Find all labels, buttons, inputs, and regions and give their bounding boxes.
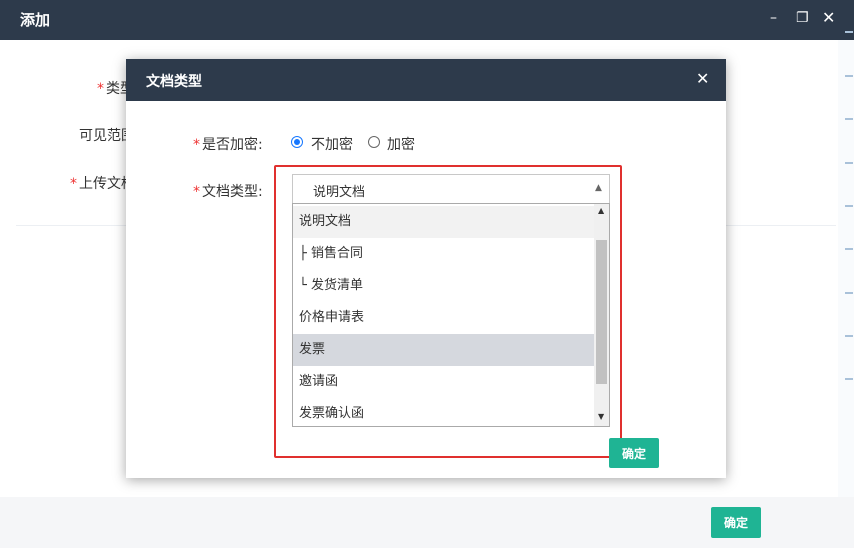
strip-marker [845, 205, 853, 207]
doc-type-modal: 文档类型 ✕ * 是否加密: 不加密 加密 * 文档类型: 说明文档 ▲ 说明文档 … [126, 59, 726, 478]
required-mark: * [193, 184, 200, 200]
strip-marker [845, 118, 853, 120]
strip-marker [845, 248, 853, 250]
radio-encrypt-label[interactable]: 加密 [387, 134, 415, 154]
strip-marker [845, 335, 853, 337]
modal-confirm-button[interactable]: 确定 [609, 438, 659, 468]
strip-marker [845, 162, 853, 164]
radio-no-encrypt[interactable] [291, 136, 303, 148]
doc-type-label: * 文档类型: [193, 184, 263, 200]
strip-marker [845, 378, 853, 380]
highlight-frame [274, 165, 622, 458]
page-scroll-strip [838, 40, 854, 548]
maximize-icon[interactable]: ❐ [796, 8, 809, 28]
modal-header: 文档类型 ✕ [126, 59, 726, 101]
required-mark: * [70, 176, 77, 192]
outer-window-header: 添加 – ❐ ✕ [0, 0, 854, 40]
radio-no-encrypt-label[interactable]: 不加密 [311, 134, 353, 154]
outer-window-title: 添加 [20, 11, 51, 29]
required-mark: * [193, 137, 200, 153]
radio-encrypt[interactable] [368, 136, 380, 148]
outer-confirm-button[interactable]: 确定 [711, 507, 761, 538]
close-icon[interactable]: ✕ [822, 8, 835, 28]
strip-marker [845, 292, 853, 294]
required-mark: * [97, 81, 104, 97]
strip-marker [845, 31, 853, 33]
modal-close-icon[interactable]: ✕ [696, 69, 709, 89]
strip-marker [845, 75, 853, 77]
encrypt-label: * 是否加密: [193, 137, 263, 153]
modal-title: 文档类型 [146, 74, 202, 90]
minimize-icon[interactable]: – [770, 8, 777, 28]
